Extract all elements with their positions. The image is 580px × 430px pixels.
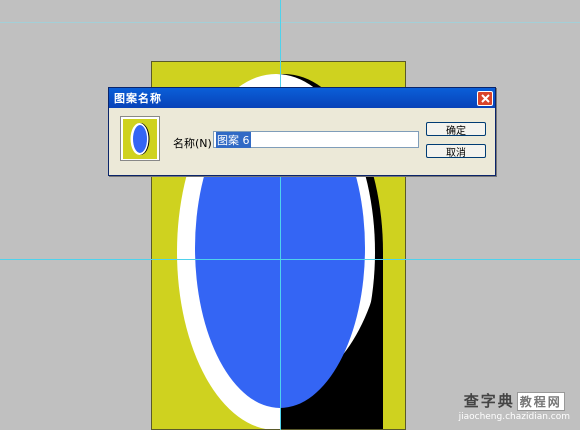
guide-line-horizontal-top	[0, 22, 580, 23]
watermark-box-text: 教程网	[516, 392, 565, 411]
guide-line-vertical	[280, 0, 281, 430]
pattern-name-value: 图案 6	[216, 131, 251, 148]
pattern-name-input[interactable]: 图案 6	[213, 131, 419, 148]
cancel-button[interactable]: 取消	[426, 144, 486, 159]
close-button[interactable]	[477, 90, 493, 106]
dialog-titlebar[interactable]: 图案名称	[109, 88, 495, 108]
watermark-main-text: 查字典	[463, 392, 515, 410]
pattern-name-dialog: 图案名称 名称(N): 图案 6 确定 取消	[108, 87, 496, 176]
name-label: 名称(N):	[173, 137, 216, 150]
watermark-url: jiaocheng.chazidian.com	[458, 412, 570, 422]
close-icon	[480, 93, 490, 103]
watermark-main: 查字典 教程网	[459, 390, 570, 411]
workspace	[0, 0, 580, 430]
dialog-title: 图案名称	[114, 92, 162, 105]
pattern-thumbnail	[120, 116, 160, 161]
dialog-body: 名称(N): 图案 6 确定 取消	[109, 108, 495, 176]
guide-line-horizontal	[0, 259, 580, 260]
pattern-preview-icon	[130, 122, 150, 155]
site-watermark: 查字典 教程网 jiaocheng.chazidian.com	[459, 390, 570, 422]
ok-button[interactable]: 确定	[426, 122, 486, 137]
